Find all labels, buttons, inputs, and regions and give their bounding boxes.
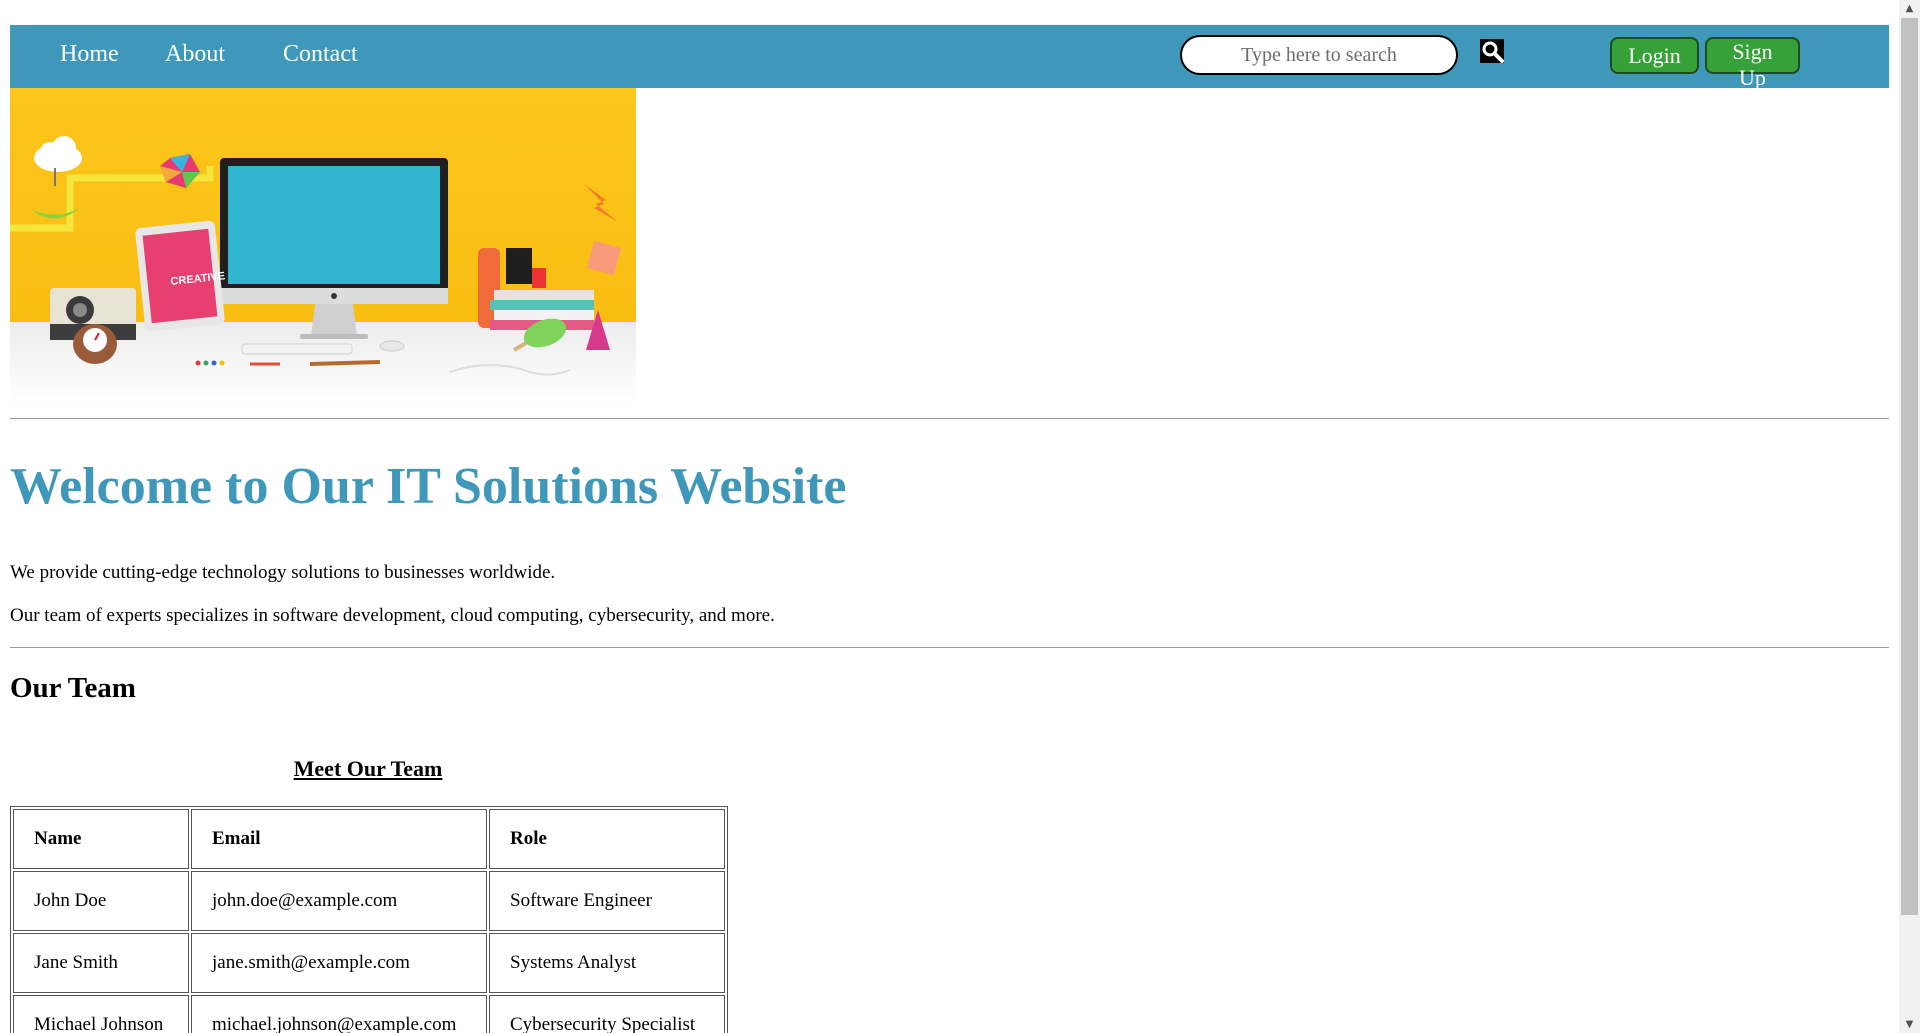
cell-email: john.doe@example.com: [191, 871, 487, 931]
scroll-down-arrow-icon[interactable]: ▼: [1899, 1016, 1920, 1033]
team-table: Name Email Role John Doe john.doe@exampl…: [10, 806, 728, 1033]
table-row: John Doe john.doe@example.com Software E…: [13, 871, 725, 931]
table-header-row: Name Email Role: [13, 809, 725, 869]
scroll-up-arrow-icon[interactable]: ▲: [1899, 0, 1920, 17]
section-heading: Our Team: [10, 672, 136, 704]
nav-about-link[interactable]: About: [165, 41, 225, 68]
table-caption: Meet Our Team: [293, 756, 443, 781]
team-description-paragraph: Our team of experts specializes in softw…: [10, 605, 775, 626]
cell-email: jane.smith@example.com: [191, 933, 487, 993]
divider: [10, 418, 1889, 419]
search-input[interactable]: [1180, 35, 1458, 75]
intro-paragraph: We provide cutting-edge technology solut…: [10, 562, 556, 583]
vertical-scrollbar[interactable]: ▲ ▼: [1899, 0, 1920, 1033]
column-header-email: Email: [191, 809, 487, 869]
cell-role: Cybersecurity Specialist: [489, 995, 725, 1033]
table-row: Michael Johnson michael.johnson@example.…: [13, 995, 725, 1033]
cell-email: michael.johnson@example.com: [191, 995, 487, 1033]
page-title: Welcome to Our IT Solutions Website: [10, 458, 847, 515]
browser-viewport: Home About Contact Login Sign Up: [0, 0, 1899, 1033]
cell-role: Software Engineer: [489, 871, 725, 931]
table-row: Jane Smith jane.smith@example.com System…: [13, 933, 725, 993]
nav-contact-link[interactable]: Contact: [283, 41, 358, 68]
cell-name: Michael Johnson: [13, 995, 189, 1033]
navbar: Home About Contact Login Sign Up: [10, 25, 1889, 90]
column-header-name: Name: [13, 809, 189, 869]
signup-button[interactable]: Sign Up: [1705, 37, 1800, 90]
hero-image: CREATIVE: [10, 88, 636, 404]
login-button[interactable]: Login: [1610, 37, 1699, 74]
cell-name: John Doe: [13, 871, 189, 931]
divider: [10, 647, 1889, 648]
cell-role: Systems Analyst: [489, 933, 725, 993]
column-header-role: Role: [489, 809, 725, 869]
nav-home-link[interactable]: Home: [60, 41, 119, 68]
cell-name: Jane Smith: [13, 933, 189, 993]
search-icon[interactable]: [1478, 37, 1508, 65]
scrollbar-thumb[interactable]: [1901, 18, 1918, 915]
